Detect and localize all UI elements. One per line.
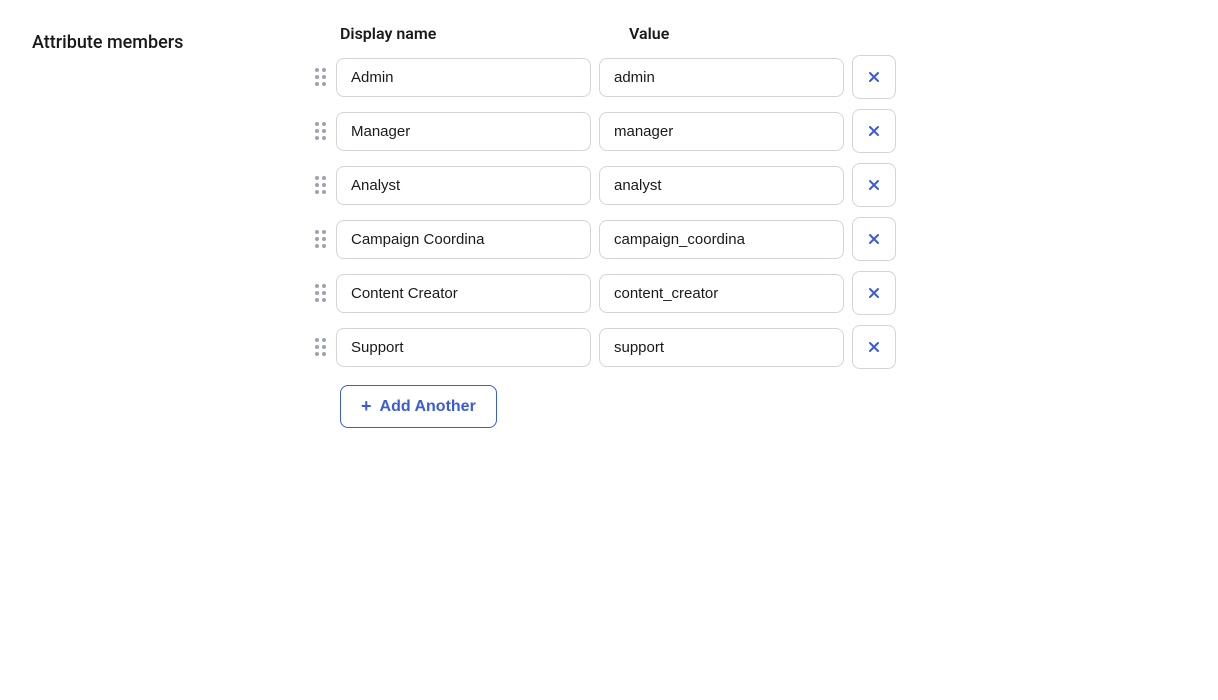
remove-button-5[interactable] <box>852 325 896 369</box>
remove-button-3[interactable] <box>852 217 896 261</box>
attribute-form: Display name Value <box>312 24 1186 676</box>
table-row <box>312 271 1186 315</box>
drag-handle-4[interactable] <box>312 284 328 302</box>
column-headers: Display name Value <box>312 24 1186 43</box>
drag-handle-3[interactable] <box>312 230 328 248</box>
remove-button-4[interactable] <box>852 271 896 315</box>
drag-handle-1[interactable] <box>312 122 328 140</box>
display-name-input-2[interactable] <box>336 166 591 205</box>
remove-button-0[interactable] <box>852 55 896 99</box>
value-input-0[interactable] <box>599 58 844 97</box>
drag-handle-5[interactable] <box>312 338 328 356</box>
drag-handle-0[interactable] <box>312 68 328 86</box>
value-input-4[interactable] <box>599 274 844 313</box>
add-another-button[interactable]: + Add Another <box>340 385 497 428</box>
value-input-1[interactable] <box>599 112 844 151</box>
drag-handle-2[interactable] <box>312 176 328 194</box>
plus-icon: + <box>361 396 372 417</box>
display-name-input-0[interactable] <box>336 58 591 97</box>
remove-button-2[interactable] <box>852 163 896 207</box>
table-row <box>312 217 1186 261</box>
remove-button-1[interactable] <box>852 109 896 153</box>
display-name-input-1[interactable] <box>336 112 591 151</box>
table-row <box>312 109 1186 153</box>
attribute-rows <box>312 55 1186 369</box>
section-title: Attribute members <box>32 24 312 676</box>
table-row <box>312 325 1186 369</box>
value-input-5[interactable] <box>599 328 844 367</box>
value-input-3[interactable] <box>599 220 844 259</box>
display-name-input-3[interactable] <box>336 220 591 259</box>
value-column-header: Value <box>629 24 669 43</box>
table-row <box>312 163 1186 207</box>
add-another-label: Add Another <box>380 398 476 416</box>
value-input-2[interactable] <box>599 166 844 205</box>
display-name-input-4[interactable] <box>336 274 591 313</box>
display-name-column-header: Display name <box>340 24 605 43</box>
display-name-input-5[interactable] <box>336 328 591 367</box>
table-row <box>312 55 1186 99</box>
